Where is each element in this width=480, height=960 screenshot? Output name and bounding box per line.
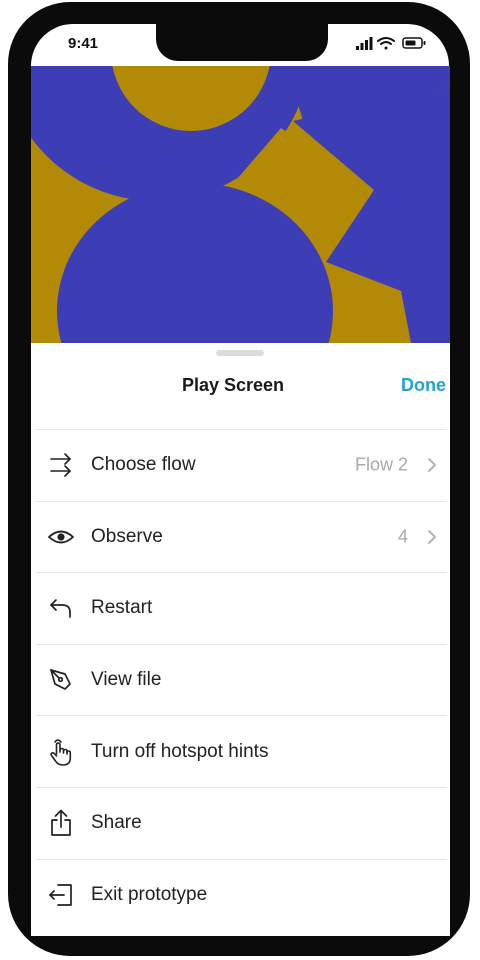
play-screen-sheet: Play Screen Done Choose flow Flow 2 Obse…	[31, 343, 450, 936]
signal-icon	[356, 37, 373, 50]
share-icon	[46, 808, 76, 838]
status-icons	[356, 37, 426, 50]
flow-arrows-icon	[46, 450, 76, 480]
menu-item-label: Share	[91, 812, 142, 834]
menu-item-value: 4	[397, 526, 408, 547]
exit-icon	[46, 880, 76, 910]
hand-pointer-icon	[46, 737, 76, 767]
menu-item-hotspot-hints[interactable]: Turn off hotspot hints	[36, 716, 447, 788]
menu-item-restart[interactable]: Restart	[36, 573, 447, 645]
menu-item-label: Turn off hotspot hints	[91, 740, 269, 762]
menu-item-label: Observe	[91, 525, 163, 547]
wifi-icon	[377, 37, 395, 50]
menu-item-label: Restart	[91, 597, 153, 619]
menu-item-observe[interactable]: Observe 4	[36, 502, 447, 574]
status-time: 9:41	[68, 35, 99, 52]
menu-item-label: Exit prototype	[91, 884, 208, 906]
battery-icon	[402, 37, 426, 49]
sheet-title: Play Screen	[181, 375, 285, 395]
chevron-right-icon	[428, 458, 436, 473]
menu-list: Choose flow Flow 2 Observe 4 Restart Vie…	[36, 430, 447, 931]
chevron-right-icon	[428, 529, 436, 544]
restart-icon	[46, 593, 76, 623]
menu-item-choose-flow[interactable]: Choose flow Flow 2	[36, 430, 447, 502]
notch	[156, 24, 328, 61]
menu-item-label: View file	[91, 669, 162, 691]
eye-icon	[46, 522, 76, 552]
done-button[interactable]: Done	[401, 375, 446, 396]
menu-item-share[interactable]: Share	[36, 788, 447, 860]
menu-item-value: Flow 2	[354, 454, 408, 475]
menu-item-exit-prototype[interactable]: Exit prototype	[36, 860, 447, 932]
pen-tool-icon	[46, 665, 76, 695]
prototype-artwork	[31, 66, 450, 343]
menu-item-view-file[interactable]: View file	[36, 645, 447, 717]
menu-item-label: Choose flow	[91, 454, 196, 476]
sheet-grabber[interactable]	[216, 350, 264, 356]
